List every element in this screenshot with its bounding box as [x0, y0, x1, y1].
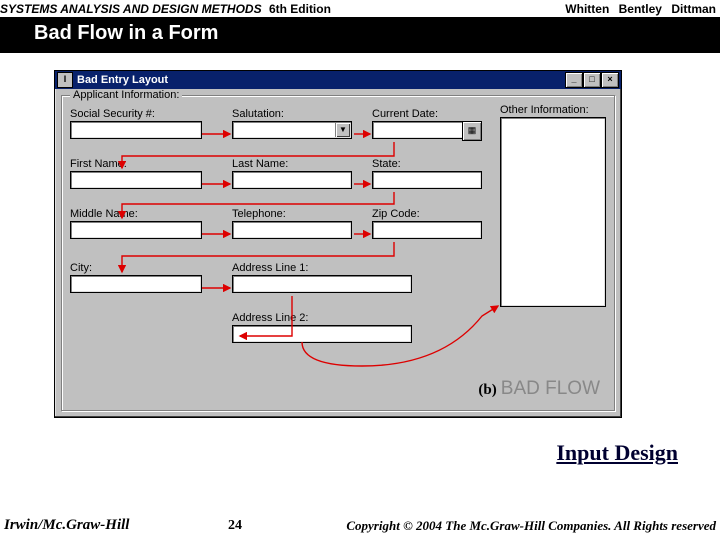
- close-button[interactable]: ×: [601, 72, 619, 88]
- label-addr2: Address Line 2:: [232, 312, 412, 324]
- field-city: City:: [70, 262, 202, 293]
- label-middle-name: Middle Name:: [70, 208, 202, 220]
- field-zip: Zip Code:: [372, 208, 482, 239]
- label-last-name: Last Name:: [232, 158, 352, 170]
- input-addr2[interactable]: [232, 325, 412, 343]
- label-telephone: Telephone:: [232, 208, 352, 220]
- input-design-link[interactable]: Input Design: [556, 440, 678, 466]
- publisher: Irwin/Mc.Graw-Hill: [4, 517, 129, 534]
- form-window: I Bad Entry Layout _ □ × Applicant Infor…: [54, 70, 622, 418]
- input-current-date[interactable]: ▦: [372, 121, 482, 139]
- book-title: SYSTEMS ANALYSIS AND DESIGN METHODS: [0, 2, 262, 16]
- input-telephone[interactable]: [232, 221, 352, 239]
- groupbox-legend: Applicant Information:: [70, 89, 182, 101]
- maximize-button[interactable]: □: [583, 72, 601, 88]
- book-edition: 6th Edition: [269, 2, 331, 16]
- field-telephone: Telephone:: [232, 208, 352, 239]
- input-addr1[interactable]: [232, 275, 412, 293]
- field-other-info: Other Information:: [500, 104, 606, 307]
- input-zip[interactable]: [372, 221, 482, 239]
- author: Whitten: [565, 2, 609, 16]
- label-first-name: First Name:: [70, 158, 202, 170]
- window-titlebar[interactable]: I Bad Entry Layout _ □ ×: [55, 71, 621, 89]
- label-current-date: Current Date:: [372, 108, 482, 120]
- label-zip: Zip Code:: [372, 208, 482, 220]
- input-middle-name[interactable]: [70, 221, 202, 239]
- copyright: Copyright © 2004 The Mc.Graw-Hill Compan…: [346, 518, 716, 534]
- footer: Irwin/Mc.Graw-Hill 24 Copyright © 2004 T…: [0, 517, 720, 534]
- field-salutation: Salutation: ▼: [232, 108, 352, 139]
- field-middle-name: Middle Name:: [70, 208, 202, 239]
- authors: Whitten Bentley Dittman: [559, 2, 716, 16]
- field-addr1: Address Line 1:: [232, 262, 412, 293]
- label-salutation: Salutation:: [232, 108, 352, 120]
- field-current-date: Current Date: ▦: [372, 108, 482, 139]
- minimize-button[interactable]: _: [565, 72, 583, 88]
- field-state: State:: [372, 158, 482, 189]
- input-city[interactable]: [70, 275, 202, 293]
- input-state[interactable]: [372, 171, 482, 189]
- label-ssn: Social Security #:: [70, 108, 202, 120]
- page-number: 24: [228, 518, 242, 534]
- input-first-name[interactable]: [70, 171, 202, 189]
- top-bar: SYSTEMS ANALYSIS AND DESIGN METHODS 6th …: [0, 0, 720, 17]
- applicant-groupbox: Applicant Information: Social Security #…: [61, 95, 615, 411]
- slide-title: Bad Flow in a Form: [0, 17, 720, 53]
- window-title: Bad Entry Layout: [77, 74, 168, 86]
- label-addr1: Address Line 1:: [232, 262, 412, 274]
- window-controls: _ □ ×: [565, 72, 621, 88]
- author: Bentley: [619, 2, 662, 16]
- window-icon: I: [57, 72, 73, 88]
- slide: SYSTEMS ANALYSIS AND DESIGN METHODS 6th …: [0, 0, 720, 540]
- field-ssn: Social Security #:: [70, 108, 202, 139]
- field-addr2: Address Line 2:: [232, 312, 412, 343]
- input-salutation[interactable]: ▼: [232, 121, 352, 139]
- label-city: City:: [70, 262, 202, 274]
- annotation-label: BAD FLOW: [501, 378, 600, 399]
- input-other-info[interactable]: [500, 117, 606, 307]
- input-ssn[interactable]: [70, 121, 202, 139]
- calendar-icon[interactable]: ▦: [462, 121, 482, 141]
- label-state: State:: [372, 158, 482, 170]
- field-last-name: Last Name:: [232, 158, 352, 189]
- label-other-info: Other Information:: [500, 104, 606, 116]
- bad-flow-annotation: (b) BAD FLOW: [478, 378, 600, 400]
- annotation-tag: (b): [478, 382, 496, 398]
- input-last-name[interactable]: [232, 171, 352, 189]
- book-info: SYSTEMS ANALYSIS AND DESIGN METHODS 6th …: [0, 2, 331, 16]
- chevron-down-icon[interactable]: ▼: [335, 123, 350, 137]
- author: Dittman: [671, 2, 716, 16]
- field-first-name: First Name:: [70, 158, 202, 189]
